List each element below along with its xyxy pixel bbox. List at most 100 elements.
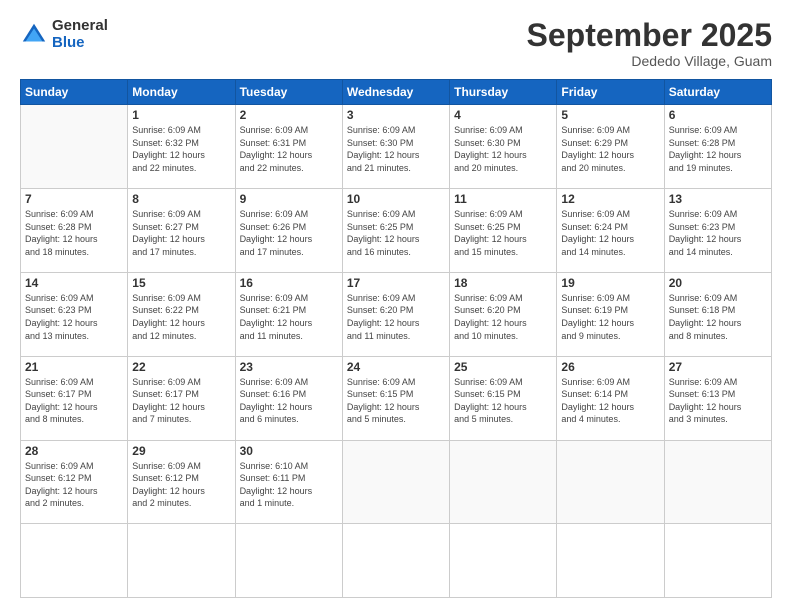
day-number: 15 [132, 276, 230, 290]
day-info: Sunrise: 6:09 AM Sunset: 6:27 PM Dayligh… [132, 208, 230, 258]
table-row: 18 Sunrise: 6:09 AM Sunset: 6:20 PM Dayli… [450, 272, 557, 356]
title-block: September 2025 Dededo Village, Guam [527, 18, 772, 69]
table-row [664, 524, 771, 598]
day-info: Sunrise: 6:09 AM Sunset: 6:16 PM Dayligh… [240, 376, 338, 426]
day-number: 2 [240, 108, 338, 122]
day-info: Sunrise: 6:09 AM Sunset: 6:30 PM Dayligh… [454, 124, 552, 174]
day-info: Sunrise: 6:10 AM Sunset: 6:11 PM Dayligh… [240, 460, 338, 510]
day-info: Sunrise: 6:09 AM Sunset: 6:21 PM Dayligh… [240, 292, 338, 342]
day-info: Sunrise: 6:09 AM Sunset: 6:13 PM Dayligh… [669, 376, 767, 426]
table-row: 11 Sunrise: 6:09 AM Sunset: 6:25 PM Dayli… [450, 189, 557, 273]
table-row: 10 Sunrise: 6:09 AM Sunset: 6:25 PM Dayli… [342, 189, 449, 273]
table-row [128, 524, 235, 598]
calendar-table: Sunday Monday Tuesday Wednesday Thursday… [20, 79, 772, 598]
table-row [21, 524, 128, 598]
day-number: 21 [25, 360, 123, 374]
day-info: Sunrise: 6:09 AM Sunset: 6:25 PM Dayligh… [347, 208, 445, 258]
table-row: 14 Sunrise: 6:09 AM Sunset: 6:23 PM Dayli… [21, 272, 128, 356]
day-number: 24 [347, 360, 445, 374]
day-info: Sunrise: 6:09 AM Sunset: 6:17 PM Dayligh… [25, 376, 123, 426]
day-info: Sunrise: 6:09 AM Sunset: 6:26 PM Dayligh… [240, 208, 338, 258]
calendar-row: 21 Sunrise: 6:09 AM Sunset: 6:17 PM Dayli… [21, 356, 772, 440]
day-info: Sunrise: 6:09 AM Sunset: 6:20 PM Dayligh… [347, 292, 445, 342]
day-number: 10 [347, 192, 445, 206]
day-number: 8 [132, 192, 230, 206]
day-info: Sunrise: 6:09 AM Sunset: 6:15 PM Dayligh… [454, 376, 552, 426]
table-row [450, 524, 557, 598]
table-row [342, 440, 449, 524]
table-row: 26 Sunrise: 6:09 AM Sunset: 6:14 PM Dayli… [557, 356, 664, 440]
day-info: Sunrise: 6:09 AM Sunset: 6:17 PM Dayligh… [132, 376, 230, 426]
table-row: 2Sunrise: 6:09 AM Sunset: 6:31 PM Daylig… [235, 105, 342, 189]
table-row: 15 Sunrise: 6:09 AM Sunset: 6:22 PM Dayli… [128, 272, 235, 356]
day-info: Sunrise: 6:09 AM Sunset: 6:18 PM Dayligh… [669, 292, 767, 342]
header-monday: Monday [128, 80, 235, 105]
logo-blue: Blue [52, 35, 108, 52]
day-info: Sunrise: 6:09 AM Sunset: 6:28 PM Dayligh… [25, 208, 123, 258]
table-row: 6Sunrise: 6:09 AM Sunset: 6:28 PM Daylig… [664, 105, 771, 189]
table-row: 23 Sunrise: 6:09 AM Sunset: 6:16 PM Dayli… [235, 356, 342, 440]
day-number: 7 [25, 192, 123, 206]
header-sunday: Sunday [21, 80, 128, 105]
day-info: Sunrise: 6:09 AM Sunset: 6:12 PM Dayligh… [25, 460, 123, 510]
day-number: 23 [240, 360, 338, 374]
day-info: Sunrise: 6:09 AM Sunset: 6:12 PM Dayligh… [132, 460, 230, 510]
table-row [557, 524, 664, 598]
day-info: Sunrise: 6:09 AM Sunset: 6:25 PM Dayligh… [454, 208, 552, 258]
location-subtitle: Dededo Village, Guam [527, 53, 772, 69]
day-info: Sunrise: 6:09 AM Sunset: 6:19 PM Dayligh… [561, 292, 659, 342]
day-number: 25 [454, 360, 552, 374]
table-row: 27 Sunrise: 6:09 AM Sunset: 6:13 PM Dayli… [664, 356, 771, 440]
day-number: 20 [669, 276, 767, 290]
day-number: 3 [347, 108, 445, 122]
day-number: 29 [132, 444, 230, 458]
day-info: Sunrise: 6:09 AM Sunset: 6:23 PM Dayligh… [669, 208, 767, 258]
table-row [342, 524, 449, 598]
table-row: 13Sunrise: 6:09 AM Sunset: 6:23 PM Dayli… [664, 189, 771, 273]
day-info: Sunrise: 6:09 AM Sunset: 6:30 PM Dayligh… [347, 124, 445, 174]
header-friday: Friday [557, 80, 664, 105]
header-tuesday: Tuesday [235, 80, 342, 105]
day-number: 12 [561, 192, 659, 206]
calendar-row: 7 Sunrise: 6:09 AM Sunset: 6:28 PM Daylig… [21, 189, 772, 273]
table-row: 25 Sunrise: 6:09 AM Sunset: 6:15 PM Dayli… [450, 356, 557, 440]
weekday-header-row: Sunday Monday Tuesday Wednesday Thursday… [21, 80, 772, 105]
table-row: 21 Sunrise: 6:09 AM Sunset: 6:17 PM Dayli… [21, 356, 128, 440]
calendar-row: 14 Sunrise: 6:09 AM Sunset: 6:23 PM Dayli… [21, 272, 772, 356]
day-info: Sunrise: 6:09 AM Sunset: 6:15 PM Dayligh… [347, 376, 445, 426]
day-number: 26 [561, 360, 659, 374]
table-row: 7 Sunrise: 6:09 AM Sunset: 6:28 PM Daylig… [21, 189, 128, 273]
header-wednesday: Wednesday [342, 80, 449, 105]
table-row: 3 Sunrise: 6:09 AM Sunset: 6:30 PM Daylig… [342, 105, 449, 189]
table-row: 4 Sunrise: 6:09 AM Sunset: 6:30 PM Daylig… [450, 105, 557, 189]
day-number: 14 [25, 276, 123, 290]
table-row: 22 Sunrise: 6:09 AM Sunset: 6:17 PM Dayli… [128, 356, 235, 440]
day-info: Sunrise: 6:09 AM Sunset: 6:20 PM Dayligh… [454, 292, 552, 342]
day-number: 6 [669, 108, 767, 122]
day-number: 11 [454, 192, 552, 206]
day-info: Sunrise: 6:09 AM Sunset: 6:22 PM Dayligh… [132, 292, 230, 342]
table-row: 20 Sunrise: 6:09 AM Sunset: 6:18 PM Dayli… [664, 272, 771, 356]
table-row [664, 440, 771, 524]
table-row: 5Sunrise: 6:09 AM Sunset: 6:29 PM Daylig… [557, 105, 664, 189]
day-info: Sunrise: 6:09 AM Sunset: 6:24 PM Dayligh… [561, 208, 659, 258]
day-number: 19 [561, 276, 659, 290]
day-number: 9 [240, 192, 338, 206]
day-info: Sunrise: 6:09 AM Sunset: 6:23 PM Dayligh… [25, 292, 123, 342]
table-row: 16Sunrise: 6:09 AM Sunset: 6:21 PM Dayli… [235, 272, 342, 356]
calendar-row: 28Sunrise: 6:09 AM Sunset: 6:12 PM Dayli… [21, 440, 772, 524]
day-number: 4 [454, 108, 552, 122]
day-number: 1 [132, 108, 230, 122]
table-row: 24 Sunrise: 6:09 AM Sunset: 6:15 PM Dayli… [342, 356, 449, 440]
table-row [235, 524, 342, 598]
day-number: 18 [454, 276, 552, 290]
day-number: 22 [132, 360, 230, 374]
day-info: Sunrise: 6:09 AM Sunset: 6:32 PM Dayligh… [132, 124, 230, 174]
day-number: 30 [240, 444, 338, 458]
header-saturday: Saturday [664, 80, 771, 105]
day-number: 5 [561, 108, 659, 122]
day-number: 27 [669, 360, 767, 374]
day-info: Sunrise: 6:09 AM Sunset: 6:14 PM Dayligh… [561, 376, 659, 426]
table-row: 29 Sunrise: 6:09 AM Sunset: 6:12 PM Dayli… [128, 440, 235, 524]
table-row: 28Sunrise: 6:09 AM Sunset: 6:12 PM Dayli… [21, 440, 128, 524]
